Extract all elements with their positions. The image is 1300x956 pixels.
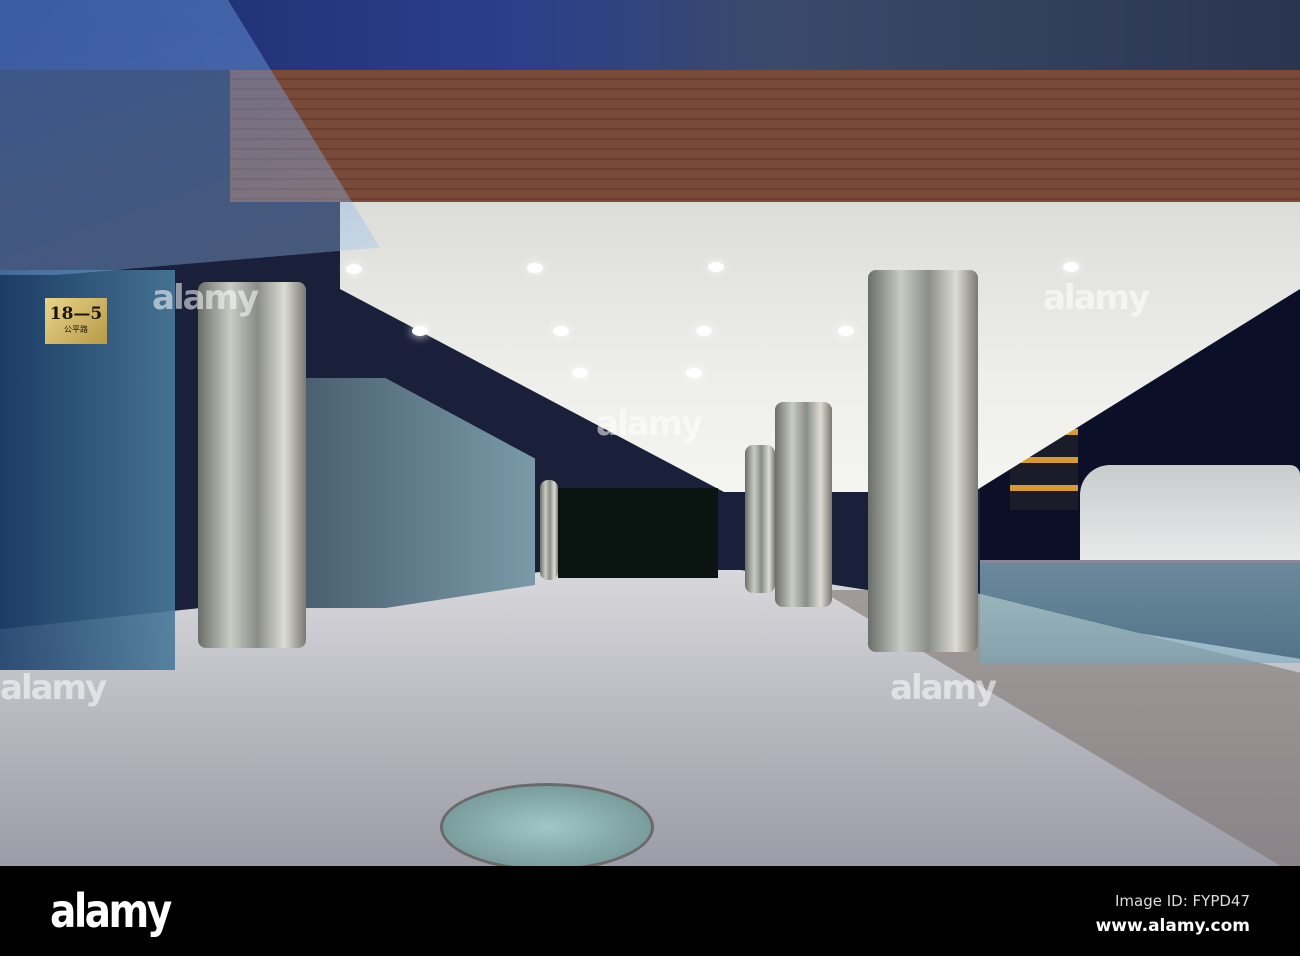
- ceiling-light: [1063, 262, 1079, 272]
- ceiling-light: [708, 262, 724, 272]
- corridor-end: [558, 488, 718, 578]
- ceiling-light: [527, 263, 543, 273]
- image-id: Image ID: FYPD47: [1114, 892, 1250, 910]
- watermark: alamy: [596, 404, 703, 444]
- ceiling-light: [346, 264, 362, 274]
- glass-railing: [980, 560, 1300, 663]
- watermark: alamy: [1043, 278, 1150, 318]
- ceiling-light: [412, 326, 428, 336]
- ceiling-light: [838, 326, 854, 336]
- footer-bar: alamy Image ID: FYPD47 www.alamy.com: [0, 866, 1300, 956]
- ceiling-light: [553, 326, 569, 336]
- address-sign: 18—5 公平路: [45, 298, 107, 344]
- yacht: [1080, 465, 1300, 560]
- alamy-logo: alamy: [50, 884, 172, 938]
- ceiling-light: [696, 326, 712, 336]
- ceiling-light: [572, 368, 588, 378]
- watermark: alamy: [890, 668, 997, 708]
- sign-subtext: 公平路: [64, 325, 88, 334]
- steel-pillar: [868, 270, 978, 652]
- site-url: www.alamy.com: [1095, 916, 1250, 936]
- watermark: alamy: [0, 668, 107, 708]
- sign-number: 18—5: [49, 304, 103, 324]
- steel-pillar: [540, 480, 558, 580]
- wood-cladding: [230, 70, 1300, 202]
- steel-pillar: [775, 402, 832, 607]
- glass-storefront: [305, 378, 535, 608]
- floor-light-cover: [440, 783, 654, 866]
- steel-pillar: [198, 282, 306, 648]
- photo-scene: 18—5 公平路 alamy alamy alamy alamy alamy: [0, 0, 1300, 866]
- steel-pillar: [745, 445, 775, 593]
- watermark: alamy: [152, 278, 259, 318]
- ceiling-light: [686, 368, 702, 378]
